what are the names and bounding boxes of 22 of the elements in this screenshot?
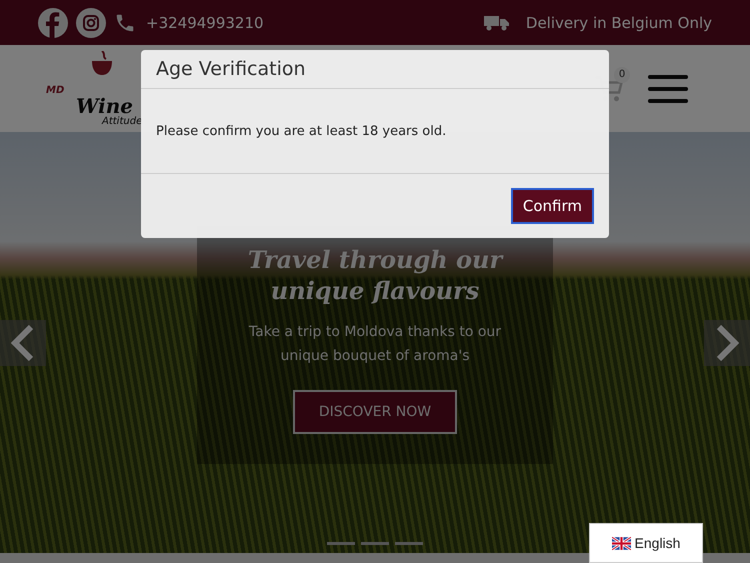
phone-number[interactable]: +32494993210 (146, 14, 264, 32)
previous-slide-button[interactable] (0, 320, 46, 366)
next-slide-button[interactable] (704, 320, 750, 366)
hero-title: Travel through our unique flavours (246, 244, 504, 306)
instagram-icon[interactable] (76, 8, 106, 38)
logo-tagline: Attitude (102, 116, 142, 126)
hero-text: Take a trip to Moldova thanks to our unique bouquet of aroma's (248, 323, 502, 366)
flag-icon (612, 536, 631, 550)
chevron-left-icon (11, 325, 35, 361)
cart-count: 0 (614, 66, 630, 82)
language-selector[interactable]: English (589, 523, 703, 563)
logo-name: Wine (76, 96, 133, 116)
chevron-right-icon (715, 325, 739, 361)
discover-button[interactable]: DISCOVER NOW (292, 390, 458, 434)
confirm-button[interactable]: Confirm (510, 188, 594, 224)
dialog-title: Age Verification (155, 57, 307, 82)
facebook-icon[interactable] (38, 8, 68, 38)
menu-icon[interactable] (648, 74, 688, 104)
delivery-notice: Delivery in Belgium Only (526, 14, 712, 32)
logo-mark: MD (46, 84, 64, 96)
truck-icon (484, 14, 510, 30)
dialog-message: Please confirm you are at least 18 years old. (156, 124, 446, 138)
